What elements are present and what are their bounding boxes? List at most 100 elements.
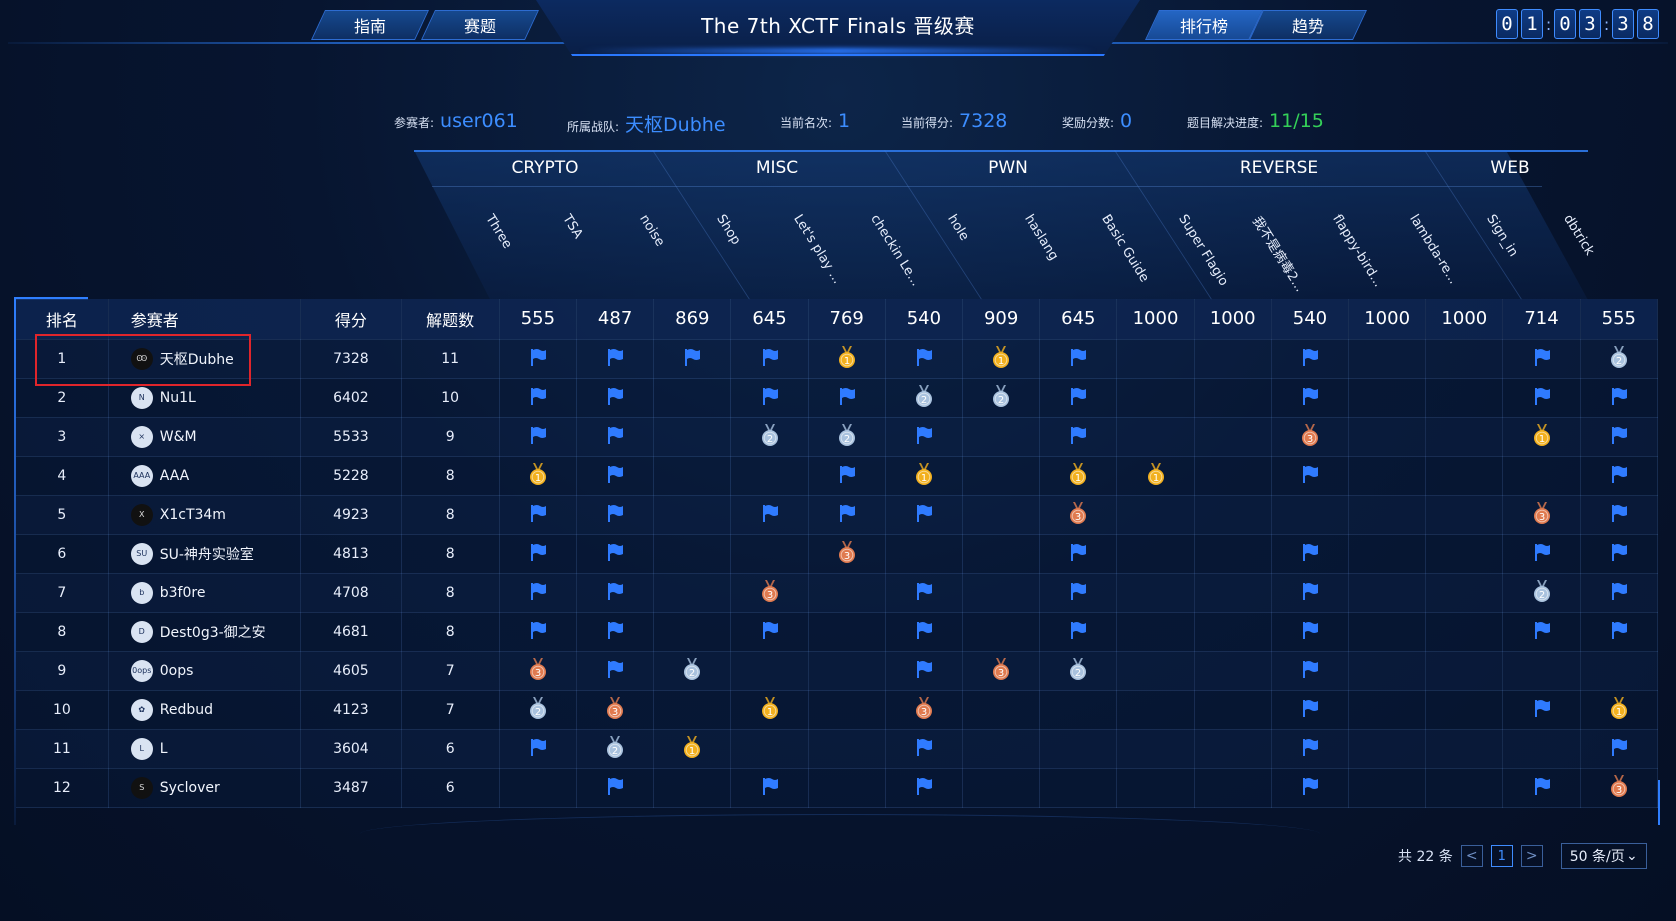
row-team[interactable]: 0ops 0ops xyxy=(108,651,302,691)
empty-cell xyxy=(808,768,886,808)
pager-next-button[interactable]: > xyxy=(1520,845,1543,867)
table-row[interactable]: 12 S Syclover 3487 6 3 xyxy=(16,768,1658,808)
flag-icon xyxy=(760,386,780,410)
flag-icon xyxy=(682,347,702,371)
flag-icon xyxy=(837,503,857,527)
team-cell: Ꙭ 天枢Dubhe xyxy=(130,347,300,370)
silver-medal-icon: 2 xyxy=(759,423,781,451)
gold-medal-icon: 1 xyxy=(913,462,935,490)
table-row[interactable]: 4 AAA AAA 5228 8 1 1 1 1 xyxy=(16,456,1658,496)
bronze-medal-icon: 3 xyxy=(913,696,935,724)
header-solved[interactable]: 解题数 xyxy=(401,299,500,340)
row-rank: 4 xyxy=(16,456,109,496)
row-team[interactable]: N Nu1L xyxy=(108,378,302,418)
solved-cell xyxy=(576,378,655,418)
participant-info: 参赛者: user061 所属战队: 天枢Dubhe 当前名次: 1 当前得分:… xyxy=(0,110,1676,138)
table-row[interactable]: 8 D Dest0g3-御之安 4681 8 xyxy=(16,612,1658,652)
solved-cell xyxy=(730,339,809,379)
row-team[interactable]: LL xyxy=(108,729,302,769)
bronze-medal-icon: 3 xyxy=(1531,501,1553,529)
flag-icon xyxy=(914,776,934,800)
row-team[interactable]: X X1cT34m xyxy=(108,495,302,535)
flag-icon xyxy=(1609,581,1629,605)
empty-cell xyxy=(962,729,1041,769)
empty-cell xyxy=(962,690,1041,730)
table-row[interactable]: 6 SU SU-神舟实验室 4813 8 3 xyxy=(16,534,1658,574)
team-avatar: S xyxy=(130,776,153,799)
flag-icon xyxy=(914,581,934,605)
solved-cell xyxy=(1580,456,1658,496)
row-team[interactable]: SU SU-神舟实验室 xyxy=(108,534,302,574)
flag-icon xyxy=(1068,386,1088,410)
pager-page-button[interactable]: 1 xyxy=(1490,845,1513,867)
info-team: 所属战队: 天枢Dubhe xyxy=(567,110,726,137)
silver-medal-icon: 2 xyxy=(527,696,549,724)
svg-text:1: 1 xyxy=(921,473,927,484)
table-row[interactable]: 1 Ꙭ 天枢Dubhe 7328 11 1 1 2 xyxy=(16,339,1658,379)
table-row[interactable]: 9 0ops 0ops 4605 7 3 2 3 2 xyxy=(16,651,1658,691)
timer-digit: 0 xyxy=(1496,9,1518,39)
empty-cell xyxy=(1348,690,1427,730)
header-rank[interactable]: 排名 xyxy=(16,299,109,340)
row-team[interactable]: AAA AAA xyxy=(108,456,302,496)
nav-trend-button[interactable]: 趋势 xyxy=(1249,10,1367,40)
flag-icon xyxy=(1609,620,1629,644)
empty-cell xyxy=(653,378,732,418)
solved-cell xyxy=(1580,573,1658,613)
row-team[interactable]: Ꙭ 天枢Dubhe xyxy=(108,339,302,379)
svg-text:1: 1 xyxy=(844,356,850,367)
bronze-medal-icon: 3 xyxy=(759,579,781,607)
flag-icon xyxy=(760,347,780,371)
solved-cell xyxy=(499,612,578,652)
silver-medal-icon: 2 xyxy=(681,657,703,685)
empty-cell xyxy=(730,729,809,769)
flag-icon xyxy=(1068,542,1088,566)
blood-cell: 2 xyxy=(576,729,655,769)
table-row[interactable]: 7 b b3f0re 4708 8 3 2 xyxy=(16,573,1658,613)
row-team[interactable]: D Dest0g3-御之安 xyxy=(108,612,302,652)
row-score: 4681 xyxy=(300,612,402,652)
solved-cell xyxy=(1502,612,1581,652)
page-size-select[interactable]: 50 条/页 ⌄ xyxy=(1560,843,1647,869)
timer-digit: 8 xyxy=(1637,9,1659,39)
flag-icon xyxy=(528,542,548,566)
scoreboard-table-wrap[interactable]: 排名 参赛者 得分 解题数 555 487 869 645 769 540 909 645 10… xyxy=(16,299,1658,823)
solved-cell xyxy=(730,495,809,535)
empty-cell xyxy=(1425,456,1504,496)
challenge-name[interactable]: dbtrick xyxy=(1560,212,1597,258)
blood-cell: 3 xyxy=(808,534,886,574)
solved-cell xyxy=(1271,534,1350,574)
table-row[interactable]: 3 ⨯ W&M 5533 9 2 2 3 1 xyxy=(16,417,1658,457)
svg-text:3: 3 xyxy=(612,707,618,718)
solved-cell xyxy=(1039,534,1118,574)
table-row[interactable]: 11 L L 3604 6 2 1 xyxy=(16,729,1658,769)
nav-guide-button[interactable]: 指南 xyxy=(311,10,429,40)
table-row[interactable]: 5 X X1cT34m 4923 8 3 3 xyxy=(16,495,1658,535)
flag-icon xyxy=(1532,386,1552,410)
silver-medal-icon: 2 xyxy=(1608,345,1630,373)
gold-medal-icon: 1 xyxy=(836,345,858,373)
table-row[interactable]: 2 N Nu1L 6402 10 2 2 xyxy=(16,378,1658,418)
flag-icon xyxy=(1300,776,1320,800)
svg-text:2: 2 xyxy=(612,746,618,757)
header-team[interactable]: 参赛者 xyxy=(108,299,302,340)
row-team[interactable]: b b3f0re xyxy=(108,573,302,613)
nav-challenges-button[interactable]: 赛题 xyxy=(421,10,539,40)
svg-text:1: 1 xyxy=(1538,434,1544,445)
pagination: 共 22 条 < 1 > 50 条/页 ⌄ xyxy=(1398,843,1647,869)
row-team[interactable]: S Syclover xyxy=(108,768,302,808)
bronze-medal-icon: 3 xyxy=(1299,423,1321,451)
empty-cell xyxy=(1425,378,1504,418)
solved-cell xyxy=(1271,651,1350,691)
flag-icon xyxy=(837,386,857,410)
team-avatar: SU xyxy=(130,542,153,565)
empty-cell xyxy=(1425,690,1504,730)
empty-cell xyxy=(962,495,1041,535)
pager-prev-button[interactable]: < xyxy=(1460,845,1483,867)
table-row[interactable]: 10 ✿ Redbud 4123 7 2 3 1 3 1 xyxy=(16,690,1658,730)
row-team[interactable]: ⨯ W&M xyxy=(108,417,302,457)
blood-cell: 1 xyxy=(499,456,578,496)
row-team[interactable]: ✿ Redbud xyxy=(108,690,302,730)
nav-scoreboard-button[interactable]: 排行榜 xyxy=(1145,10,1263,40)
header-score[interactable]: 得分 xyxy=(300,299,402,340)
